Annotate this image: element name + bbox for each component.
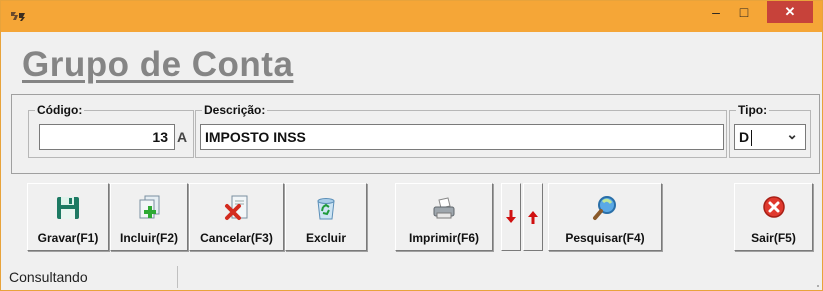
codigo-group: Código: 13 A: [28, 103, 194, 158]
cancel-document-icon: [224, 195, 247, 220]
descricao-value: IMPOSTO INSS: [205, 129, 306, 145]
application-window: – □ ✕ Grupo de Conta Código: 13 A Descri…: [0, 0, 823, 291]
excluir-label: Excluir: [305, 231, 347, 245]
gravar-label: Gravar(F1): [37, 231, 99, 245]
imprimir-label: Imprimir(F6): [408, 231, 479, 245]
gravar-button[interactable]: Gravar(F1): [27, 183, 109, 251]
form-panel: Código: 13 A Descrição: IMPOSTO INSS Tip…: [11, 94, 820, 174]
app-icon: [10, 10, 26, 22]
status-bar: Consultando: [1, 263, 822, 290]
status-text: Consultando: [9, 269, 88, 285]
descricao-group: Descrição: IMPOSTO INSS: [195, 103, 727, 158]
incluir-button[interactable]: Incluir(F2): [110, 183, 188, 251]
printer-icon: [433, 197, 455, 219]
codigo-suffix: A: [176, 129, 188, 145]
text-cursor: [751, 130, 752, 146]
title-bar[interactable]: – □ ✕: [1, 1, 822, 32]
tipo-value: D: [739, 129, 750, 145]
cancelar-label: Cancelar(F3): [200, 231, 273, 245]
resize-grip-icon: [817, 285, 819, 287]
codigo-field[interactable]: 13: [39, 124, 175, 150]
tipo-select[interactable]: D ⌄: [734, 124, 806, 150]
arrow-down-icon: [506, 210, 516, 223]
floppy-disk-icon: [57, 197, 79, 219]
close-button[interactable]: ✕: [767, 1, 813, 23]
excluir-button[interactable]: Excluir: [285, 183, 367, 251]
exit-icon: [762, 196, 785, 218]
codigo-status-badge: A: [173, 124, 191, 150]
magnifier-icon: [593, 196, 616, 220]
codigo-value: 13: [152, 129, 168, 145]
recycle-bin-icon: [317, 198, 335, 220]
sair-button[interactable]: Sair(F5): [734, 183, 813, 251]
pesquisar-label: Pesquisar(F4): [565, 231, 645, 245]
arrow-up-icon: [528, 211, 538, 224]
descricao-field[interactable]: IMPOSTO INSS: [200, 124, 724, 150]
sair-label: Sair(F5): [751, 231, 796, 245]
move-down-button[interactable]: [501, 183, 521, 251]
descricao-label: Descrição:: [202, 103, 268, 117]
close-icon: ✕: [784, 4, 796, 19]
chevron-down-icon: ⌄: [786, 126, 798, 142]
maximize-button[interactable]: □: [730, 1, 758, 23]
tipo-label: Tipo:: [736, 103, 770, 117]
maximize-icon: □: [739, 4, 749, 20]
incluir-label: Incluir(F2): [119, 231, 178, 245]
page-title: Grupo de Conta: [22, 45, 294, 84]
add-document-icon: [139, 195, 160, 219]
move-up-button[interactable]: [523, 183, 543, 251]
pesquisar-button[interactable]: Pesquisar(F4): [548, 183, 662, 251]
minimize-icon: –: [712, 4, 720, 20]
imprimir-button[interactable]: Imprimir(F6): [395, 183, 493, 251]
cancelar-button[interactable]: Cancelar(F3): [189, 183, 284, 251]
codigo-label: Código:: [35, 103, 85, 117]
status-divider: [177, 266, 178, 288]
minimize-button[interactable]: –: [702, 1, 730, 23]
tipo-group: Tipo: D ⌄: [729, 103, 811, 158]
